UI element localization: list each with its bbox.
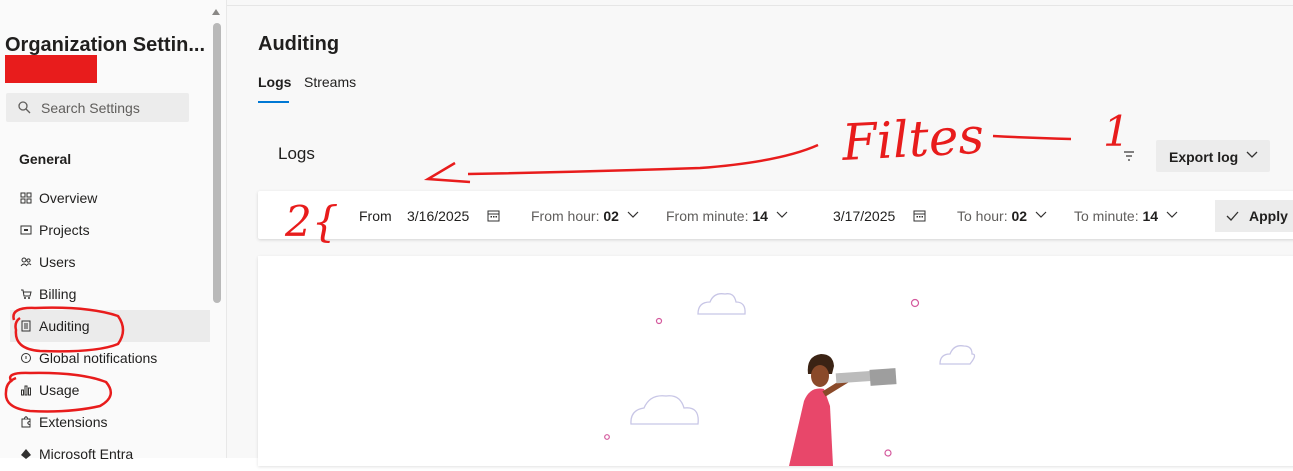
sidebar-item-label: Billing (39, 286, 77, 302)
sidebar-item-users[interactable]: Users (10, 246, 210, 278)
sidebar: Organization Settin... Search Settings G… (0, 0, 227, 462)
to-hour-label: To hour: (957, 208, 1008, 224)
chevron-down-icon[interactable] (627, 211, 639, 219)
sidebar-item-label: Users (39, 254, 76, 270)
empty-state-card (258, 256, 1293, 466)
sidebar-item-label: Projects (39, 222, 90, 238)
page-title: Auditing (258, 33, 340, 55)
sidebar-item-label: Extensions (39, 414, 108, 430)
sidebar-item-projects[interactable]: Projects (10, 214, 210, 246)
section-general: General (19, 151, 72, 167)
telescope-illustration (604, 293, 976, 466)
checkmark-icon (1226, 211, 1239, 221)
to-minute-value: 14 (1142, 208, 1159, 224)
calendar-icon[interactable] (487, 209, 500, 222)
tab-logs[interactable]: Logs (258, 74, 291, 90)
to-hour-dropdown[interactable]: To hour: 02 (957, 208, 1027, 224)
org-title: Organization Settin... (5, 34, 206, 56)
chevron-down-icon[interactable] (1166, 211, 1178, 219)
filter-icon[interactable] (1117, 144, 1141, 168)
apply-label: Apply (1249, 208, 1288, 224)
from-hour-label: From hour: (531, 208, 600, 224)
sidebar-item-overview[interactable]: Overview (10, 182, 210, 214)
export-log-button[interactable]: Export log (1156, 140, 1270, 172)
header-divider (227, 5, 1293, 6)
tab-streams[interactable]: Streams (304, 74, 356, 90)
sidebar-item-label: Auditing (39, 318, 90, 334)
sidebar-item-global-notifications[interactable]: Global notifications (10, 342, 210, 374)
sidebar-scrollbar[interactable] (213, 23, 221, 303)
to-hour-value: 02 (1011, 208, 1028, 224)
from-minute-label: From minute: (666, 208, 749, 224)
search-placeholder: Search Settings (41, 100, 140, 116)
notification-icon (21, 353, 31, 363)
from-hour-dropdown[interactable]: From hour: 02 (531, 208, 619, 224)
grid-icon (20, 192, 32, 204)
scroll-up-arrow[interactable] (212, 9, 220, 15)
apply-button[interactable]: Apply (1215, 200, 1293, 232)
sidebar-item-usage[interactable]: Usage (10, 374, 210, 406)
chevron-down-icon[interactable] (1035, 211, 1047, 219)
to-minute-label: To minute: (1074, 208, 1139, 224)
cart-icon (21, 289, 32, 299)
filter-bar: From 3/16/2025 From hour: 02 From minute… (258, 191, 1293, 239)
audit-icon (21, 320, 31, 332)
users-icon (20, 257, 32, 267)
chevron-down-icon[interactable] (776, 211, 788, 219)
active-tab-indicator (258, 101, 289, 103)
sidebar-item-billing[interactable]: Billing (10, 278, 210, 310)
sidebar-item-label: Global notifications (39, 350, 158, 366)
from-label: From (359, 208, 392, 224)
puzzle-icon (21, 416, 31, 428)
from-date-input[interactable]: 3/16/2025 (407, 208, 469, 224)
logs-heading: Logs (278, 144, 315, 163)
to-date-input[interactable]: 3/17/2025 (833, 208, 895, 224)
search-icon (18, 101, 31, 114)
to-minute-dropdown[interactable]: To minute: 14 (1074, 208, 1158, 224)
export-log-label: Export log (1169, 149, 1239, 165)
projects-icon (20, 225, 32, 235)
sidebar-item-extensions[interactable]: Extensions (10, 406, 210, 438)
chart-icon (21, 385, 31, 396)
search-input[interactable]: Search Settings (6, 93, 189, 122)
sidebar-item-label: Usage (39, 382, 80, 398)
from-minute-value: 14 (752, 208, 768, 224)
sidebar-item-microsoft-entra[interactable]: Microsoft Entra (10, 438, 210, 470)
sidebar-item-auditing[interactable]: Auditing (10, 310, 210, 342)
sidebar-item-label: Overview (39, 190, 98, 206)
main-content: Auditing Logs Streams Logs Export log Fr… (227, 0, 1293, 466)
entra-icon (21, 449, 31, 459)
redacted-block (5, 55, 97, 83)
from-hour-value: 02 (603, 208, 619, 224)
sidebar-item-label: Microsoft Entra (39, 446, 134, 462)
from-minute-dropdown[interactable]: From minute: 14 (666, 208, 768, 224)
chevron-down-icon (1246, 151, 1258, 158)
calendar-icon[interactable] (913, 209, 926, 222)
